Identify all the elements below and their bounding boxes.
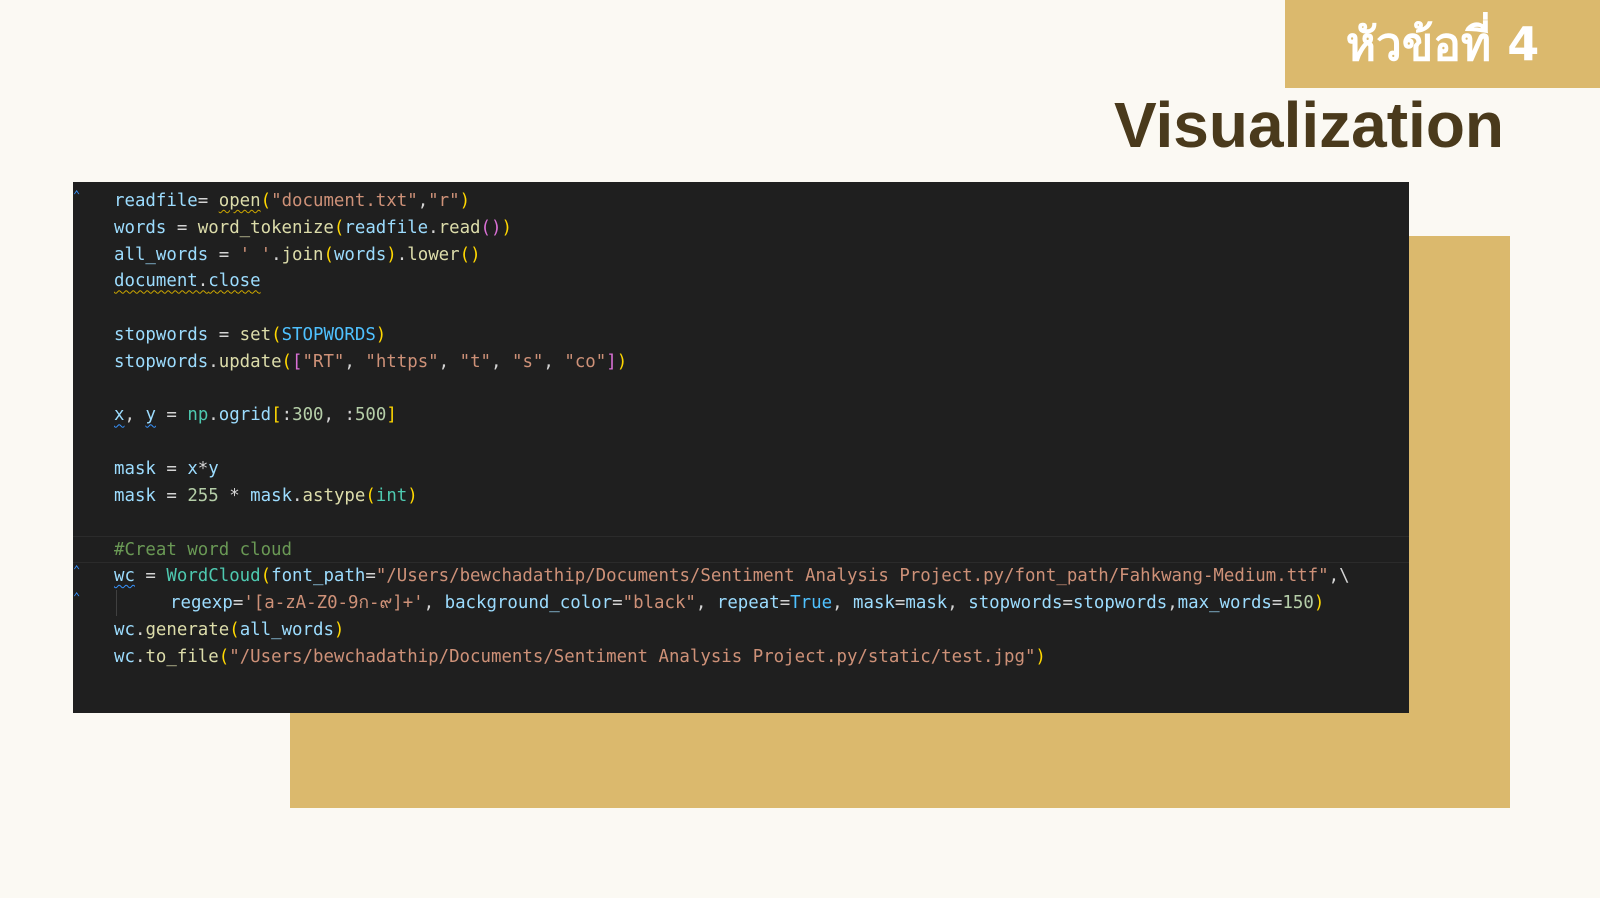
fold-caret-icon[interactable]: ⌃ [73,591,80,603]
code-line[interactable]: wc.to_file("/Users/bewchadathip/Document… [73,644,1409,671]
code-line[interactable] [73,429,1409,456]
indent-guide [116,589,170,616]
fold-caret-icon[interactable]: ⌃ [73,189,80,201]
code-line[interactable]: stopwords.update(["RT", "https", "t", "s… [73,349,1409,376]
fold-caret-icon[interactable]: ⌃ [73,564,80,576]
code-line[interactable]: #Creat word cloud [73,536,1409,564]
code-line[interactable]: mask = 255 * mask.astype(int) [73,483,1409,510]
code-line[interactable]: regexp='[a-zA-Z0-9ก-๙]+', background_col… [73,589,1409,617]
code-block: readfile= open("document.txt","r") ⌃ words… [73,188,1409,670]
code-line[interactable]: wc = WordCloud(font_path="/Users/bewchad… [73,563,1409,590]
code-line[interactable]: readfile= open("document.txt","r") ⌃ [73,188,1409,215]
code-line[interactable] [73,510,1409,537]
code-line[interactable]: mask = x*y [73,456,1409,483]
code-editor[interactable]: readfile= open("document.txt","r") ⌃ words… [73,182,1409,713]
code-line[interactable]: all_words = ' '.join(words).lower() [73,242,1409,269]
topic-badge-label: หัวข้อที่ 4 [1345,17,1540,71]
code-line[interactable]: wc.generate(all_words) [73,617,1409,644]
code-line[interactable]: words = word_tokenize(readfile.read()) [73,215,1409,242]
code-line[interactable]: document.close [73,268,1409,295]
code-line[interactable]: x, y = np.ogrid[:300, :500] [73,402,1409,429]
code-line[interactable]: stopwords = set(STOPWORDS) [73,322,1409,349]
code-line[interactable] [73,295,1409,322]
topic-badge: หัวข้อที่ 4 [1285,0,1600,88]
slide-title: Visualization [1113,89,1504,161]
code-line[interactable] [73,376,1409,403]
